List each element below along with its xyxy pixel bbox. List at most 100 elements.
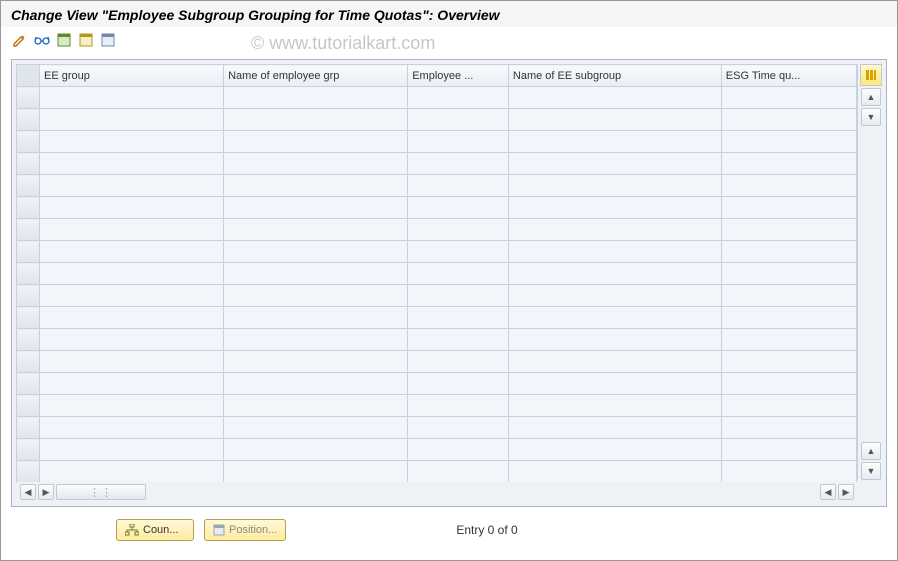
cell[interactable] (508, 395, 721, 417)
row-selector[interactable] (17, 109, 40, 131)
table-row[interactable] (17, 87, 857, 109)
cell[interactable] (40, 175, 224, 197)
scroll-down-end-button[interactable]: ▼ (861, 462, 881, 480)
cell[interactable] (408, 461, 509, 483)
select-all-icon[interactable] (55, 31, 73, 49)
cell[interactable] (508, 153, 721, 175)
cell[interactable] (224, 109, 408, 131)
cell[interactable] (721, 87, 856, 109)
cell[interactable] (224, 373, 408, 395)
row-selector[interactable] (17, 153, 40, 175)
cell[interactable] (721, 153, 856, 175)
cell[interactable] (40, 439, 224, 461)
horizontal-scrollbar[interactable]: ◀ ▶ ⋮⋮ ◀ ▶ (16, 482, 858, 502)
row-selector[interactable] (17, 329, 40, 351)
cell[interactable] (224, 197, 408, 219)
col-header-name-sub[interactable]: Name of EE subgroup (508, 65, 721, 87)
cell[interactable] (224, 329, 408, 351)
table-row[interactable] (17, 351, 857, 373)
cell[interactable] (508, 263, 721, 285)
cell[interactable] (40, 285, 224, 307)
cell[interactable] (40, 461, 224, 483)
table-row[interactable] (17, 307, 857, 329)
col-header-ee-group[interactable]: EE group (40, 65, 224, 87)
cell[interactable] (408, 417, 509, 439)
cell[interactable] (721, 263, 856, 285)
cell[interactable] (408, 351, 509, 373)
cell[interactable] (508, 351, 721, 373)
cell[interactable] (721, 329, 856, 351)
cell[interactable] (508, 285, 721, 307)
cell[interactable] (408, 307, 509, 329)
cell[interactable] (721, 241, 856, 263)
row-selector[interactable] (17, 285, 40, 307)
cell[interactable] (721, 285, 856, 307)
cell[interactable] (408, 263, 509, 285)
cell[interactable] (508, 307, 721, 329)
cell[interactable] (408, 439, 509, 461)
row-selector[interactable] (17, 131, 40, 153)
deselect-icon[interactable] (99, 31, 117, 49)
cell[interactable] (40, 395, 224, 417)
cell[interactable] (40, 329, 224, 351)
cell[interactable] (408, 109, 509, 131)
cell[interactable] (40, 307, 224, 329)
cell[interactable] (224, 87, 408, 109)
cell[interactable] (508, 197, 721, 219)
cell[interactable] (224, 263, 408, 285)
cell[interactable] (508, 109, 721, 131)
cell[interactable] (408, 197, 509, 219)
cell[interactable] (721, 395, 856, 417)
row-selector[interactable] (17, 307, 40, 329)
cell[interactable] (408, 153, 509, 175)
table-row[interactable] (17, 219, 857, 241)
table-row[interactable] (17, 461, 857, 483)
row-selector[interactable] (17, 351, 40, 373)
cell[interactable] (721, 175, 856, 197)
cell[interactable] (408, 241, 509, 263)
cell[interactable] (40, 263, 224, 285)
position-button[interactable]: Position... (204, 519, 286, 541)
col-header-employee[interactable]: Employee ... (408, 65, 509, 87)
cell[interactable] (408, 219, 509, 241)
cell[interactable] (408, 329, 509, 351)
cell[interactable] (40, 241, 224, 263)
cell[interactable] (508, 439, 721, 461)
cell[interactable] (508, 373, 721, 395)
row-selector[interactable] (17, 87, 40, 109)
vertical-scrollbar[interactable]: ▲ ▼ ▲ ▼ (860, 88, 882, 480)
table-config-button[interactable] (860, 64, 882, 86)
cell[interactable] (224, 175, 408, 197)
cell[interactable] (721, 109, 856, 131)
cell[interactable] (224, 417, 408, 439)
cell[interactable] (508, 241, 721, 263)
edit-doc-icon[interactable] (11, 31, 29, 49)
cell[interactable] (224, 351, 408, 373)
cell[interactable] (40, 87, 224, 109)
cell[interactable] (408, 87, 509, 109)
table-row[interactable] (17, 373, 857, 395)
save-icon[interactable] (77, 31, 95, 49)
cell[interactable] (508, 329, 721, 351)
row-selector[interactable] (17, 417, 40, 439)
table-row[interactable] (17, 197, 857, 219)
glasses-icon[interactable] (33, 31, 51, 49)
cell[interactable] (721, 373, 856, 395)
cell[interactable] (224, 131, 408, 153)
cell[interactable] (508, 219, 721, 241)
table-row[interactable] (17, 417, 857, 439)
row-selector[interactable] (17, 395, 40, 417)
col-header-name-grp[interactable]: Name of employee grp (224, 65, 408, 87)
cell[interactable] (40, 219, 224, 241)
cell[interactable] (224, 461, 408, 483)
scroll-up-end-button[interactable]: ▲ (861, 442, 881, 460)
table-row[interactable] (17, 109, 857, 131)
row-selector[interactable] (17, 175, 40, 197)
cell[interactable] (721, 439, 856, 461)
cell[interactable] (40, 153, 224, 175)
cell[interactable] (508, 175, 721, 197)
cell[interactable] (508, 461, 721, 483)
table-row[interactable] (17, 263, 857, 285)
cell[interactable] (721, 417, 856, 439)
cell[interactable] (721, 307, 856, 329)
